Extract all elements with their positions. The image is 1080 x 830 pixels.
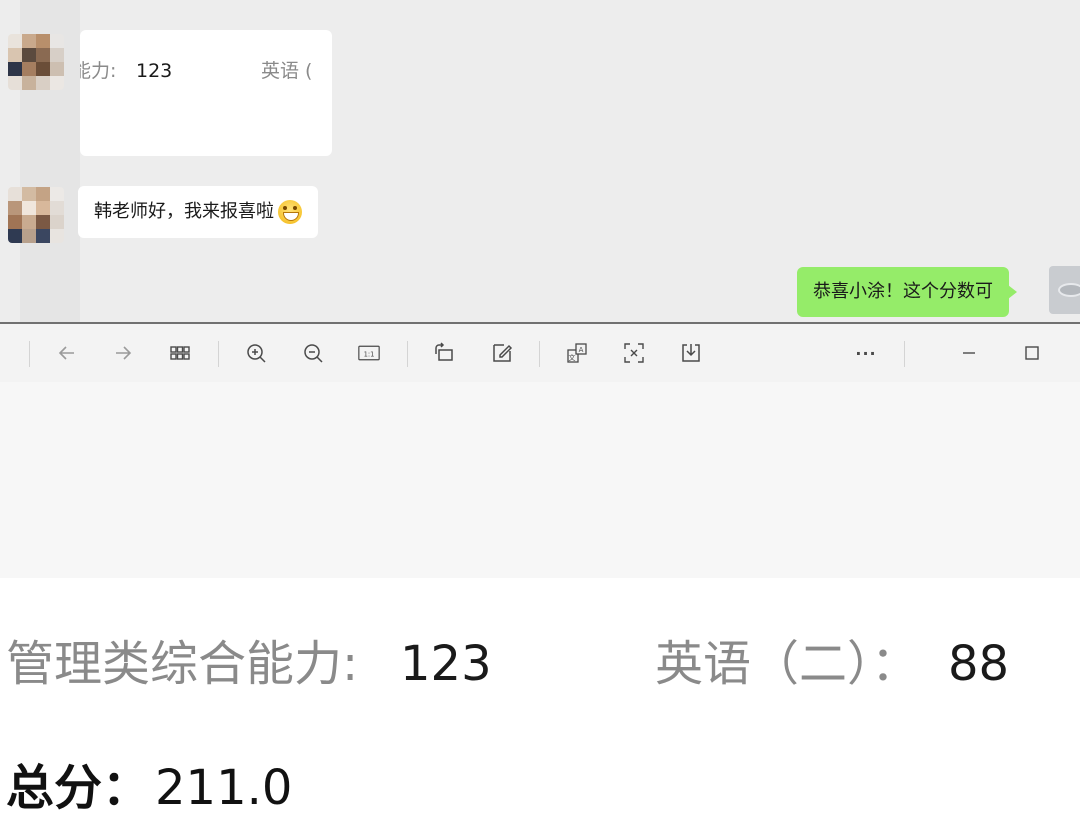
viewer-canvas-empty: [0, 382, 1080, 578]
grinning-face-emoji-icon: [278, 200, 302, 224]
viewer-toolbar: 1:1 A文 ···: [0, 324, 1080, 382]
message-text: 韩老师好，我来报喜啦: [94, 201, 274, 222]
actual-size-icon[interactable]: 1:1: [354, 338, 384, 368]
zoom-out-icon[interactable]: [298, 338, 328, 368]
total-label: 总分：: [6, 760, 151, 816]
more-icon[interactable]: ···: [851, 338, 881, 368]
forward-arrow-icon[interactable]: [108, 338, 138, 368]
translate-icon[interactable]: A文: [562, 338, 592, 368]
image-message-card[interactable]: 能力: 123 英语 (: [80, 30, 332, 156]
toolbar-separator: [539, 341, 540, 367]
message-bubble-received[interactable]: 韩老师好，我来报喜啦: [78, 186, 318, 238]
image-viewer-window: 1:1 A文 ··· 管理类综合能力: 123 英语（二）： 88 总分： 21…: [0, 322, 1080, 830]
rotate-icon[interactable]: [429, 338, 459, 368]
card-label-english: 英语 (: [261, 60, 313, 82]
toolbar-separator: [218, 341, 219, 367]
minimize-icon[interactable]: [954, 338, 984, 368]
toolbar-separator: [904, 341, 905, 367]
score-document-image: 管理类综合能力: 123 英语（二）： 88 总分： 211.0: [0, 578, 1080, 830]
card-score-ability: 123: [136, 60, 173, 82]
back-arrow-icon[interactable]: [52, 338, 82, 368]
svg-text:文: 文: [569, 353, 576, 362]
subject2-score: 88: [948, 636, 1010, 692]
total-score: 211.0: [155, 760, 293, 816]
toolbar-separator: [29, 341, 30, 367]
chat-area: 能力: 123 英语 ( 韩老师好，我来报喜啦 恭喜小涂！这个分数可: [0, 0, 1080, 322]
download-icon[interactable]: [676, 338, 706, 368]
maximize-icon[interactable]: [1017, 338, 1047, 368]
extract-text-icon[interactable]: [619, 338, 649, 368]
card-label-ability: 能力:: [80, 60, 117, 82]
message-bubble-sent[interactable]: 恭喜小涂！这个分数可: [797, 267, 1017, 317]
subject1-label: 管理类综合能力:: [6, 636, 359, 692]
my-avatar[interactable]: [1049, 266, 1080, 314]
message-text: 恭喜小涂！这个分数可: [813, 281, 993, 302]
edit-icon[interactable]: [487, 338, 517, 368]
avatar-image: [1058, 283, 1080, 297]
subject2-label: 英语（二）：: [655, 636, 920, 692]
svg-text:A: A: [579, 346, 584, 354]
svg-text:1:1: 1:1: [364, 350, 375, 358]
toolbar-separator: [407, 341, 408, 367]
contact-avatar[interactable]: [8, 34, 64, 90]
zoom-in-icon[interactable]: [241, 338, 271, 368]
contact-avatar[interactable]: [8, 187, 64, 243]
subject1-score: 123: [400, 636, 492, 692]
grid-view-icon[interactable]: [165, 338, 195, 368]
